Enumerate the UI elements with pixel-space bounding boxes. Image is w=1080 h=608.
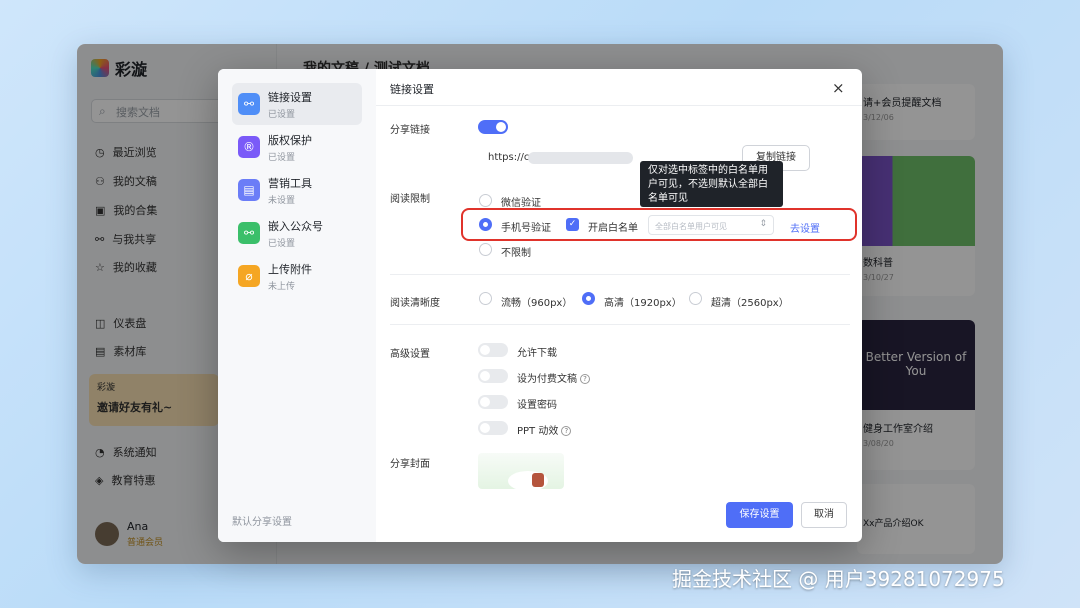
cover-figure (532, 473, 544, 487)
toggle-label: 允许下载 (517, 348, 557, 359)
radio-wechat-verify[interactable] (479, 194, 492, 207)
settings-nav-marketing[interactable]: ▤ 营销工具未设置 (232, 169, 362, 211)
ppt-animation-row: PPT 动效? (517, 422, 572, 437)
settings-nav-wechat[interactable]: ⚯ 嵌入公众号已设置 (232, 212, 362, 254)
option-label: 流畅（960px） (501, 298, 573, 309)
settings-nav-title: 版权保护 (268, 133, 312, 147)
section-divider (390, 324, 850, 325)
settings-nav-status: 已设置 (268, 238, 296, 249)
share-link-label: 分享链接 (390, 125, 430, 136)
option-label: 微信验证 (501, 198, 541, 209)
paid-doc-toggle[interactable] (478, 369, 508, 383)
marketing-tool-icon: ▤ (238, 179, 260, 201)
default-share-settings-link[interactable]: 默认分享设置 (232, 513, 292, 528)
ppt-animation-toggle[interactable] (478, 421, 508, 435)
allow-download-toggle[interactable] (478, 343, 508, 357)
settings-nav-status: 已设置 (268, 109, 296, 120)
annotation-highlight-box (461, 208, 857, 241)
share-url-text: https://c (488, 152, 530, 163)
radio-no-limit[interactable] (479, 243, 492, 256)
settings-nav-title: 上传附件 (268, 262, 312, 276)
link-share-icon: ⚯ (238, 93, 260, 115)
help-icon[interactable]: ? (580, 374, 590, 384)
settings-nav-title: 嵌入公众号 (268, 219, 323, 233)
settings-nav-attachment[interactable]: ⌀ 上传附件未上传 (232, 255, 362, 297)
settings-nav-status: 未上传 (268, 281, 296, 292)
settings-nav-copyright[interactable]: ® 版权保护已设置 (232, 126, 362, 168)
whitelist-tooltip: 仅对选中标签中的白名单用户可见，不选则默认全部白名单可见 (640, 161, 783, 207)
toggle-label: 设置密码 (517, 400, 557, 411)
settings-nav-title: 营销工具 (268, 176, 312, 190)
radio-clarity-hd[interactable] (582, 292, 595, 305)
option-label: 高清（1920px） (604, 298, 682, 309)
settings-sidebar: ⚯ 链接设置 已设置 ® 版权保护 已设置 ▤ 营销工具 未设置 ⚯ 嵌入公众号 已设置… (218, 69, 376, 542)
read-limit-label: 阅读限制 (390, 194, 430, 205)
section-divider (390, 274, 850, 275)
share-cover-image[interactable] (478, 453, 564, 489)
url-redacted (528, 152, 633, 164)
paid-doc-row: 设为付费文稿? (517, 370, 590, 385)
clarity-label: 阅读清晰度 (390, 298, 440, 309)
settings-nav-link[interactable]: ⚯ 链接设置已设置 (232, 83, 362, 125)
close-icon[interactable]: × (832, 79, 845, 97)
wechat-official-icon: ⚯ (238, 222, 260, 244)
option-label: 超清（2560px） (711, 298, 789, 309)
radio-clarity-uhd[interactable] (689, 292, 702, 305)
toggle-label: PPT 动效 (517, 426, 559, 437)
password-toggle[interactable] (478, 395, 508, 409)
radio-clarity-smooth[interactable] (479, 292, 492, 305)
share-cover-label: 分享封面 (390, 459, 430, 470)
settings-nav-status: 已设置 (268, 152, 296, 163)
advanced-label: 高级设置 (390, 349, 430, 360)
header-divider (376, 105, 862, 106)
copyright-icon: ® (238, 136, 260, 158)
option-label: 不限制 (501, 248, 531, 259)
settings-nav-status: 未设置 (268, 195, 296, 206)
settings-nav-title: 链接设置 (268, 90, 312, 104)
share-link-toggle[interactable] (478, 120, 508, 134)
cancel-button[interactable]: 取消 (801, 502, 847, 528)
dialog-title: 链接设置 (390, 83, 434, 96)
watermark: 掘金技术社区 @ 用户39281072975 (672, 567, 1005, 591)
attachment-icon: ⌀ (238, 265, 260, 287)
link-settings-dialog: ⚯ 链接设置 已设置 ® 版权保护 已设置 ▤ 营销工具 未设置 ⚯ 嵌入公众号 已设置… (218, 69, 862, 542)
toggle-label: 设为付费文稿 (517, 374, 577, 385)
save-settings-button[interactable]: 保存设置 (726, 502, 793, 528)
help-icon[interactable]: ? (561, 426, 572, 436)
